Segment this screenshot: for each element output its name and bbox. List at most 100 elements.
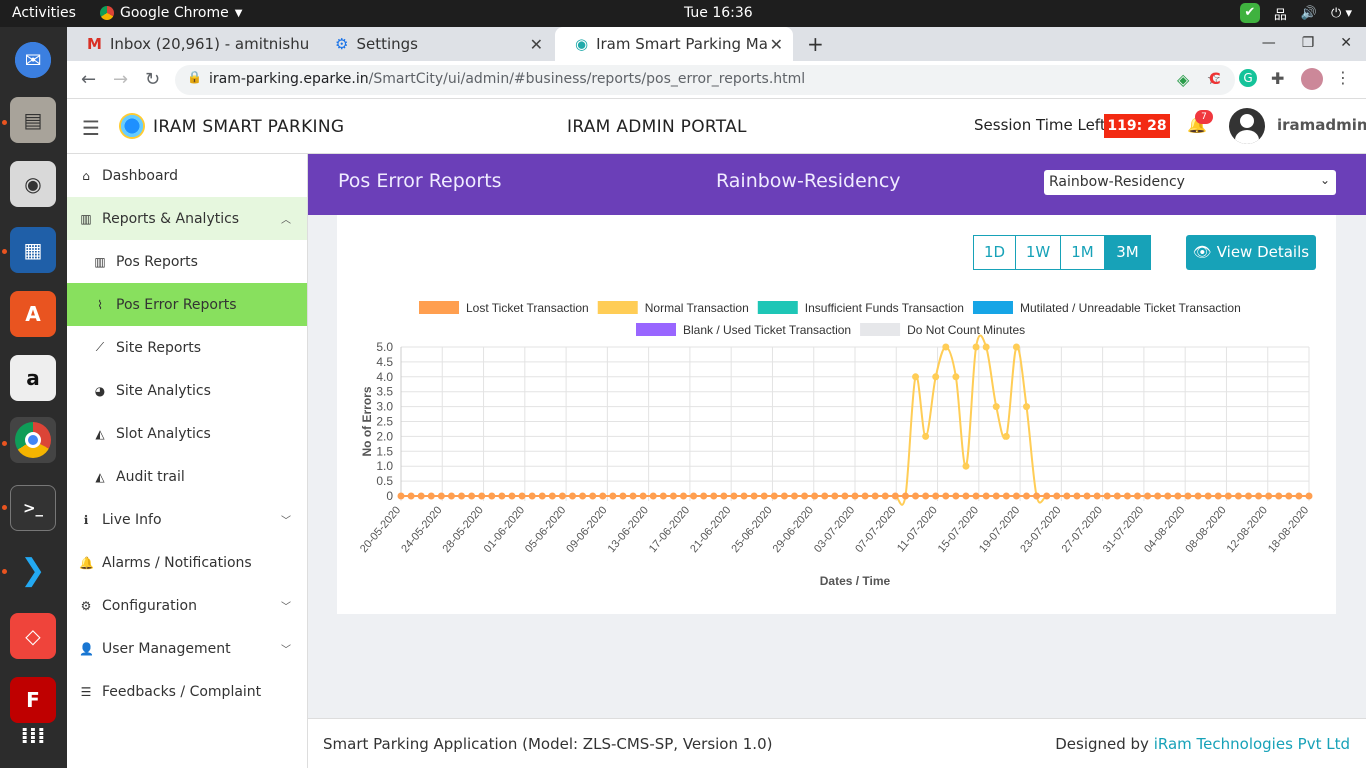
sidebar-item-live-info[interactable]: ℹ Live Info ﹀ [67, 498, 307, 541]
data-point-lost [1265, 492, 1273, 500]
sidebar-item-label: Feedbacks / Complaint [102, 683, 262, 700]
area-chart-icon: ◭ [95, 426, 105, 441]
url-host: iram-parking.eparke.in [209, 71, 369, 87]
sidebar-item-dashboard[interactable]: ⌂ Dashboard [67, 154, 307, 197]
range-1m-button[interactable]: 1M [1060, 235, 1105, 270]
sidebar-item-alarms[interactable]: 🔔 Alarms / Notifications [67, 541, 307, 584]
data-point-normal [1012, 343, 1020, 351]
files-icon[interactable]: ▤ [10, 97, 56, 143]
sidebar-item-audit-trail[interactable]: ◭ Audit trail [67, 455, 307, 498]
sidebar-item-reports[interactable]: ▥ Reports & Analytics ︿ [67, 197, 307, 240]
data-point-lost [972, 492, 980, 500]
data-point-lost [528, 492, 536, 500]
data-point-lost [619, 492, 627, 500]
sidebar-item-configuration[interactable]: ⚙ Configuration ﹀ [67, 584, 307, 627]
writer-icon[interactable]: ▦ [10, 227, 56, 273]
company-link[interactable]: iRam Technologies Pvt Ltd [1154, 735, 1350, 753]
app-menu[interactable]: Google Chrome ▼ [100, 5, 242, 21]
data-point-lost [1043, 492, 1051, 500]
show-apps-icon[interactable]: ⁞⁞⁞ [10, 713, 56, 759]
sidebar-item-pos-reports[interactable]: ▥ Pos Reports [67, 240, 307, 283]
anydesk-icon[interactable]: ◇ [10, 613, 56, 659]
area-chart-icon: ◭ [95, 469, 105, 484]
terminal-icon[interactable]: >_ [10, 485, 56, 531]
amazon-icon[interactable]: a [10, 355, 56, 401]
grammarly-icon[interactable]: G [1239, 69, 1257, 87]
extension-icon[interactable]: ◈ [1177, 70, 1189, 89]
browser-tab-strip: M Inbox (20,961) - amitnishu ⚙ Settings … [67, 27, 1366, 61]
back-icon[interactable]: ← [81, 69, 96, 90]
sidebar-item-feedbacks[interactable]: ☰ Feedbacks / Complaint [67, 670, 307, 713]
new-tab-icon[interactable]: + [807, 32, 824, 56]
x-tick-label: 13-06-2020 [606, 504, 651, 555]
chevron-down-icon: ﹀ [281, 645, 291, 656]
data-point-lost [437, 492, 445, 500]
hamburger-icon[interactable]: ☰ [82, 116, 100, 140]
maximize-icon[interactable]: ❐ [1302, 35, 1315, 51]
thunderbird-icon[interactable]: ✉ [10, 37, 56, 83]
puzzle-icon[interactable]: ✚ [1271, 69, 1284, 88]
data-point-lost [548, 492, 556, 500]
address-bar[interactable]: 🔒 iram-parking.eparke.in/SmartCity/ui/ad… [175, 65, 1235, 95]
chrome-dock-icon[interactable] [10, 417, 56, 463]
data-point-lost [982, 492, 990, 500]
avatar[interactable] [1229, 108, 1265, 144]
footer: Smart Parking Application (Model: ZLS-CM… [308, 718, 1366, 768]
menu-icon[interactable]: ⋮ [1335, 68, 1351, 87]
range-3m-button[interactable]: 3M [1104, 235, 1151, 270]
view-details-button[interactable]: 👁 View Details [1186, 235, 1316, 270]
app-menu-label: Google Chrome [120, 5, 229, 21]
y-tick-label: 1.0 [376, 459, 393, 473]
footer-credit-prefix: Designed by [1055, 735, 1154, 753]
sidebar-item-label: Site Analytics [116, 382, 211, 399]
x-tick-label: 09-06-2020 [564, 504, 609, 555]
range-1w-button[interactable]: 1W [1015, 235, 1061, 270]
profile-avatar[interactable] [1301, 68, 1323, 90]
data-point-lost [1154, 492, 1162, 500]
sidebar-item-label: Pos Reports [116, 253, 198, 270]
sidebar-item-site-analytics[interactable]: ◕ Site Analytics [67, 369, 307, 412]
data-point-lost [1204, 492, 1212, 500]
minimize-icon[interactable]: — [1262, 35, 1276, 51]
close-tab-icon[interactable]: ✕ [770, 35, 783, 54]
activities-button[interactable]: Activities [12, 5, 76, 21]
data-point-lost [912, 492, 920, 500]
data-point-lost [1002, 492, 1010, 500]
x-tick-label: 21-06-2020 [688, 504, 733, 555]
session-timer: 119: 28 [1104, 114, 1170, 138]
tab-settings[interactable]: ⚙ Settings ✕ [315, 27, 553, 61]
data-point-lost [669, 492, 677, 500]
username[interactable]: iramadmin [1277, 116, 1366, 134]
data-point-lost [1083, 492, 1091, 500]
vscode-icon[interactable]: ❯ [10, 547, 56, 593]
data-point-lost [750, 492, 758, 500]
tab-inbox[interactable]: M Inbox (20,961) - amitnishu [67, 27, 313, 61]
reload-icon[interactable]: ↻ [145, 69, 160, 90]
portal-title: IRAM ADMIN PORTAL [567, 117, 747, 137]
site-select[interactable]: Rainbow-Residency ⌄ [1044, 170, 1336, 195]
sidebar-item-pos-error-reports[interactable]: ⌇ Pos Error Reports [67, 283, 307, 326]
data-point-normal [962, 462, 970, 470]
data-point-lost [962, 492, 970, 500]
legend-swatch [860, 323, 901, 336]
close-tab-icon[interactable]: ✕ [530, 35, 543, 54]
close-window-icon[interactable]: ✕ [1340, 35, 1352, 51]
view-details-label: View Details [1216, 243, 1310, 261]
data-point-lost [518, 492, 526, 500]
sidebar-item-slot-analytics[interactable]: ◭ Slot Analytics [67, 412, 307, 455]
forward-icon[interactable]: → [113, 69, 128, 90]
rhythmbox-icon[interactable]: ◉ [10, 161, 56, 207]
software-center-icon[interactable]: A [10, 291, 56, 337]
extension-icon[interactable]: C [1209, 69, 1221, 88]
data-point-lost [801, 492, 809, 500]
tab-iram[interactable]: ◉ Iram Smart Parking Manage ✕ [555, 27, 793, 61]
data-point-lost [891, 492, 899, 500]
range-1d-button[interactable]: 1D [973, 235, 1016, 270]
x-tick-label: 07-07-2020 [853, 504, 898, 555]
browser-toolbar: ← → ↻ 🔒 iram-parking.eparke.in/SmartCity… [67, 61, 1366, 99]
data-point-lost [952, 492, 960, 500]
system-tray[interactable]: ✔ 品 🔊 ⏻ ▾ [1239, 3, 1352, 23]
sidebar-item-site-reports[interactable]: ⟋ Site Reports [67, 326, 307, 369]
clock[interactable]: Tue 16:36 [684, 5, 753, 21]
sidebar-item-user-management[interactable]: 👤 User Management ﹀ [67, 627, 307, 670]
